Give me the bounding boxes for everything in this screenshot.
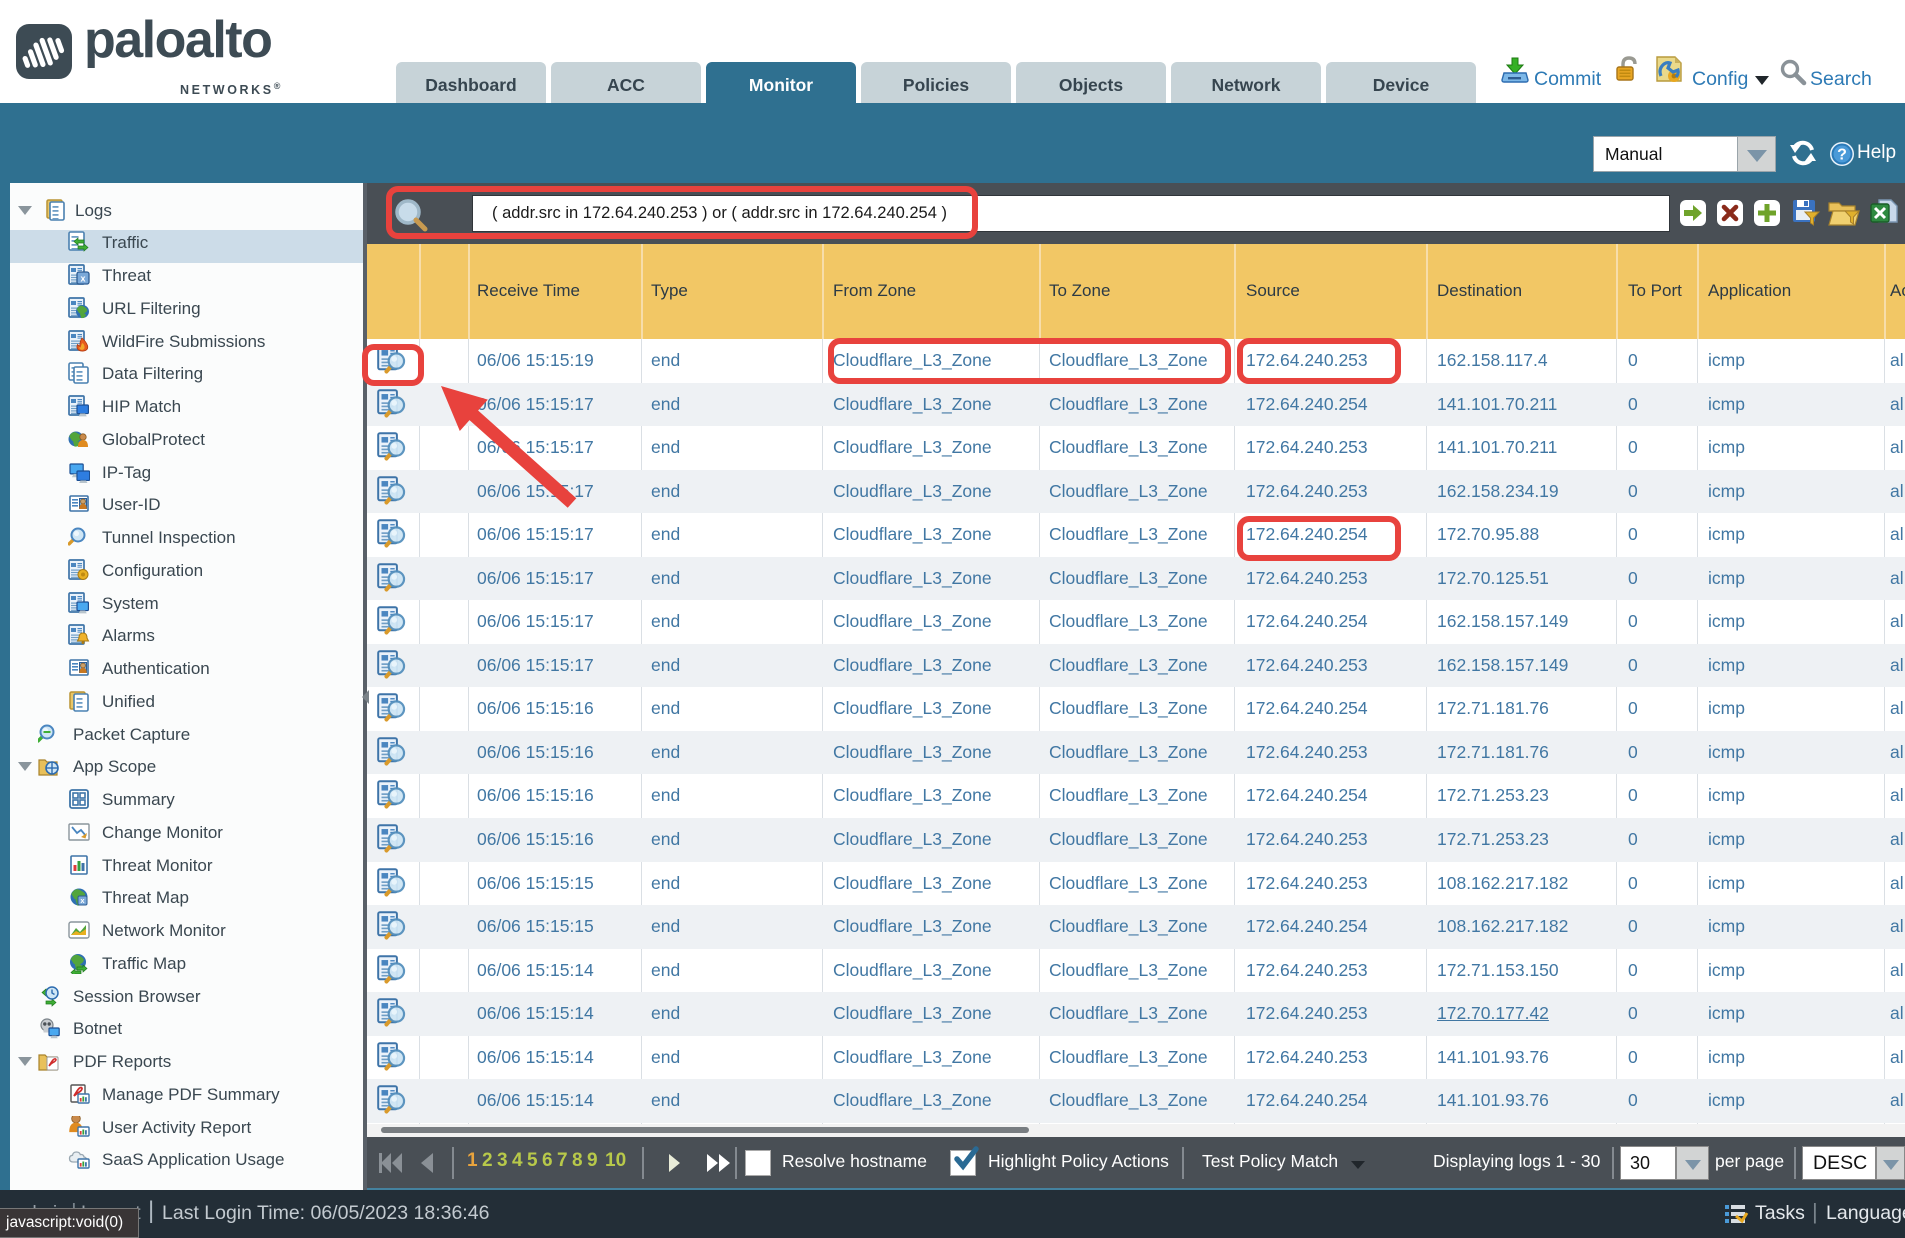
svg-text:?: ? [1837, 147, 1847, 164]
svg-text:x: x [80, 274, 85, 284]
